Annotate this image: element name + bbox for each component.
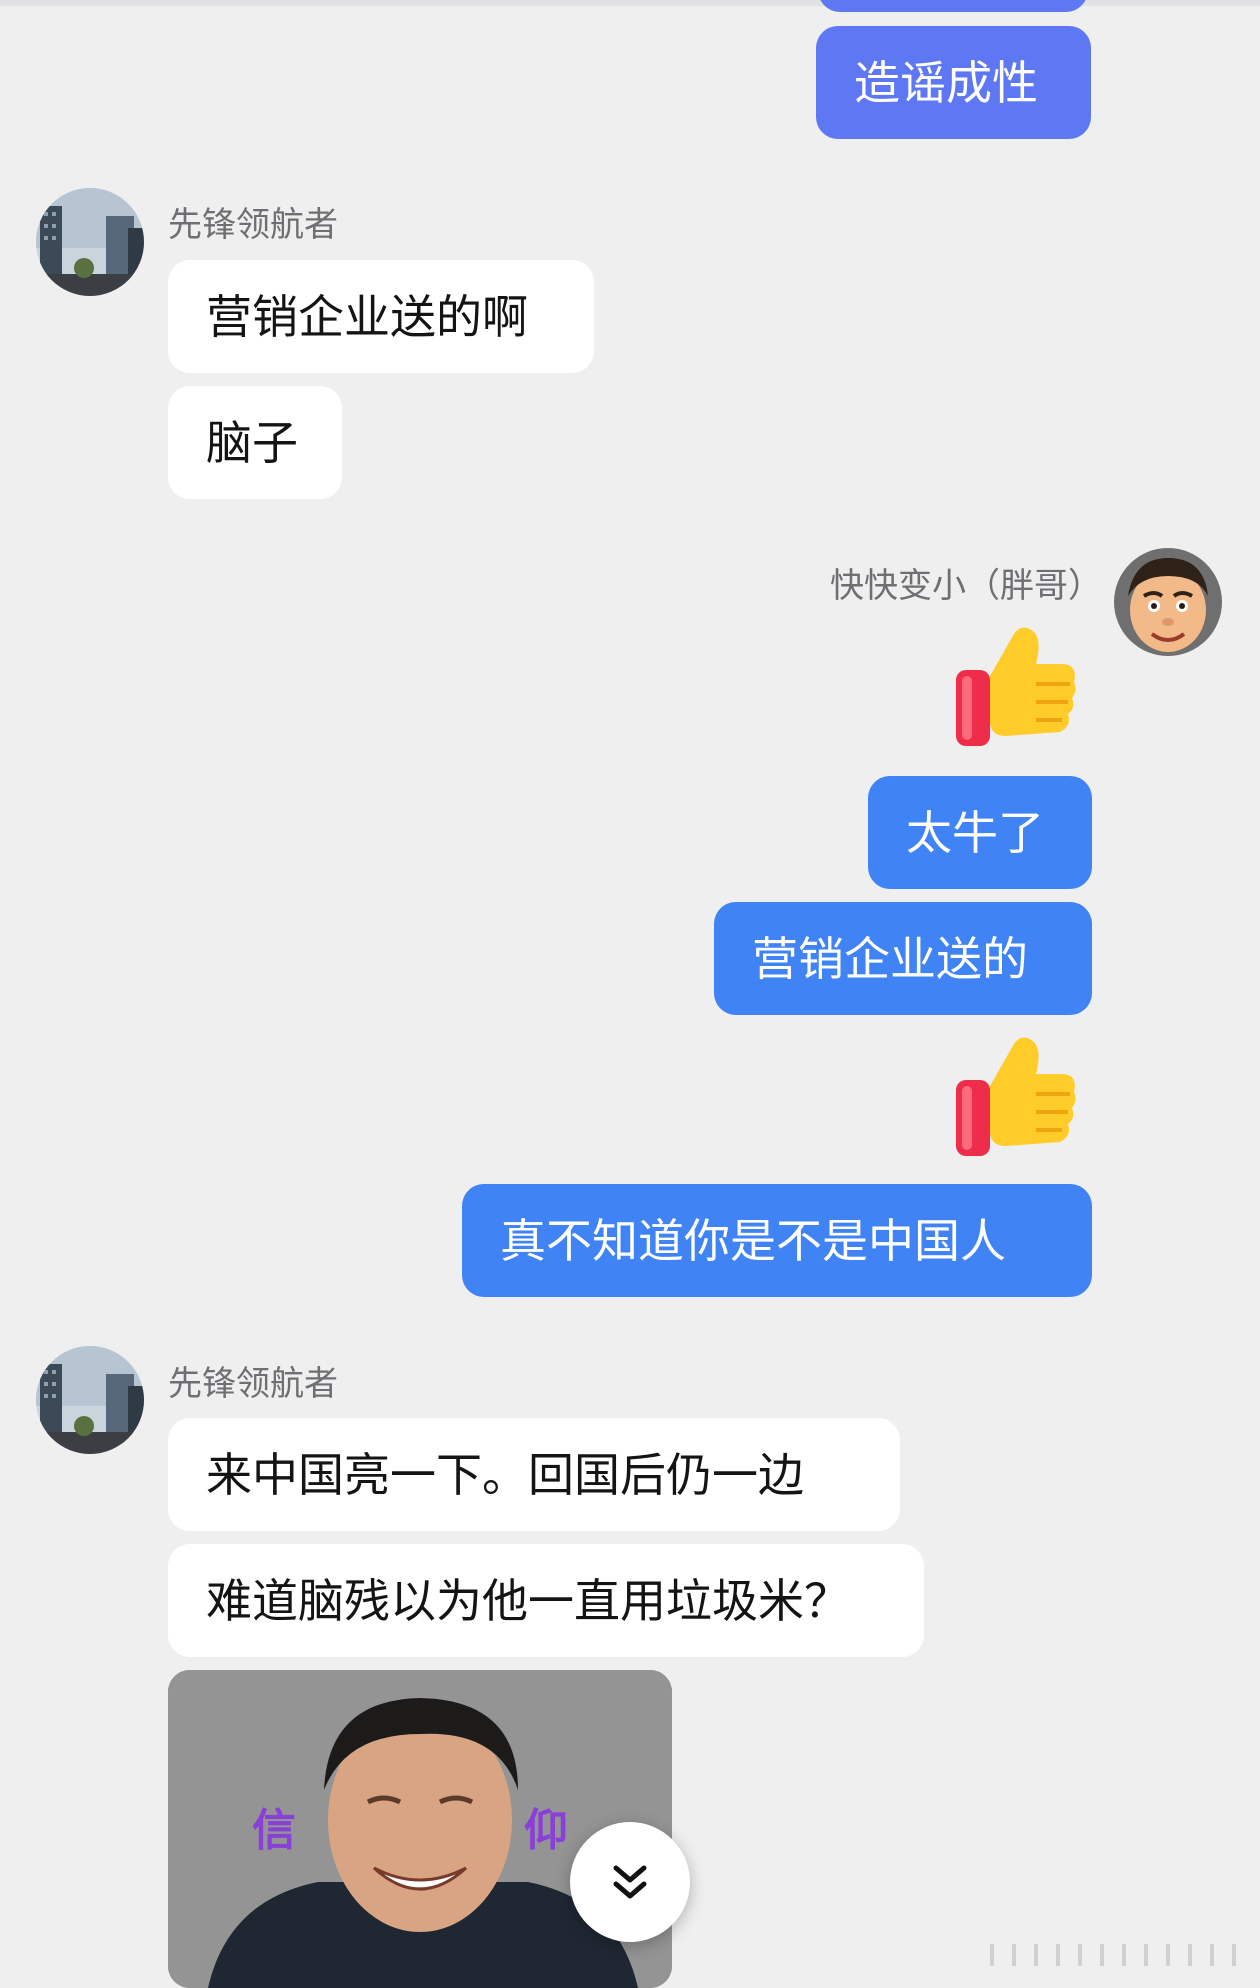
avatar-pangge[interactable]: [1114, 548, 1222, 656]
message-bubble-out-partial[interactable]: [818, 0, 1088, 12]
avatar-xianfeng[interactable]: [36, 1346, 144, 1454]
city-photo-avatar-icon: [36, 188, 144, 296]
message-bubble-out[interactable]: 营销企业送的: [714, 902, 1092, 1015]
image-message[interactable]: 信 仰: [168, 1670, 672, 1988]
city-photo-avatar-icon: [36, 1346, 144, 1454]
avatar-xianfeng[interactable]: [36, 188, 144, 296]
sender-name: 先锋领航者: [168, 1364, 338, 1404]
message-text: 营销企业送的啊: [206, 289, 528, 344]
photo-smiling-man-icon: [168, 1670, 672, 1988]
message-bubble-in[interactable]: 营销企业送的啊: [168, 260, 594, 373]
scroll-to-bottom-button[interactable]: [570, 1822, 690, 1942]
scroll-indicator: [990, 1944, 1250, 1966]
thumbs-up-icon: [952, 624, 1080, 758]
message-bubble-out[interactable]: 真不知道你是不是中国人: [462, 1184, 1092, 1297]
overlay-text-left: 信: [252, 1805, 296, 1856]
message-bubble-out[interactable]: 太牛了: [868, 776, 1092, 889]
sender-name: 先锋领航者: [168, 205, 338, 245]
cartoon-face-avatar-icon: [1114, 548, 1222, 656]
message-text: 来中国亮一下。回国后仍一边: [206, 1447, 804, 1502]
message-text: 真不知道你是不是中国人: [500, 1213, 1006, 1268]
thumbs-up-icon: [952, 1034, 1080, 1168]
message-bubble-out[interactable]: 造谣成性: [816, 26, 1091, 139]
message-text: 营销企业送的: [752, 931, 1028, 986]
message-text: 脑子: [206, 415, 298, 470]
message-bubble-in[interactable]: 脑子: [168, 386, 342, 499]
sender-name: 快快变小（胖哥）: [830, 566, 1102, 606]
message-text: 太牛了: [906, 805, 1044, 860]
double-chevron-down-icon: [613, 1865, 647, 1899]
message-text: 造谣成性: [854, 55, 1038, 110]
message-bubble-in[interactable]: 来中国亮一下。回国后仍一边: [168, 1418, 900, 1531]
overlay-text-right: 仰: [524, 1805, 568, 1856]
message-text: 难道脑残以为他一直用垃圾米？: [206, 1573, 850, 1628]
message-bubble-in[interactable]: 难道脑残以为他一直用垃圾米？: [168, 1544, 924, 1657]
